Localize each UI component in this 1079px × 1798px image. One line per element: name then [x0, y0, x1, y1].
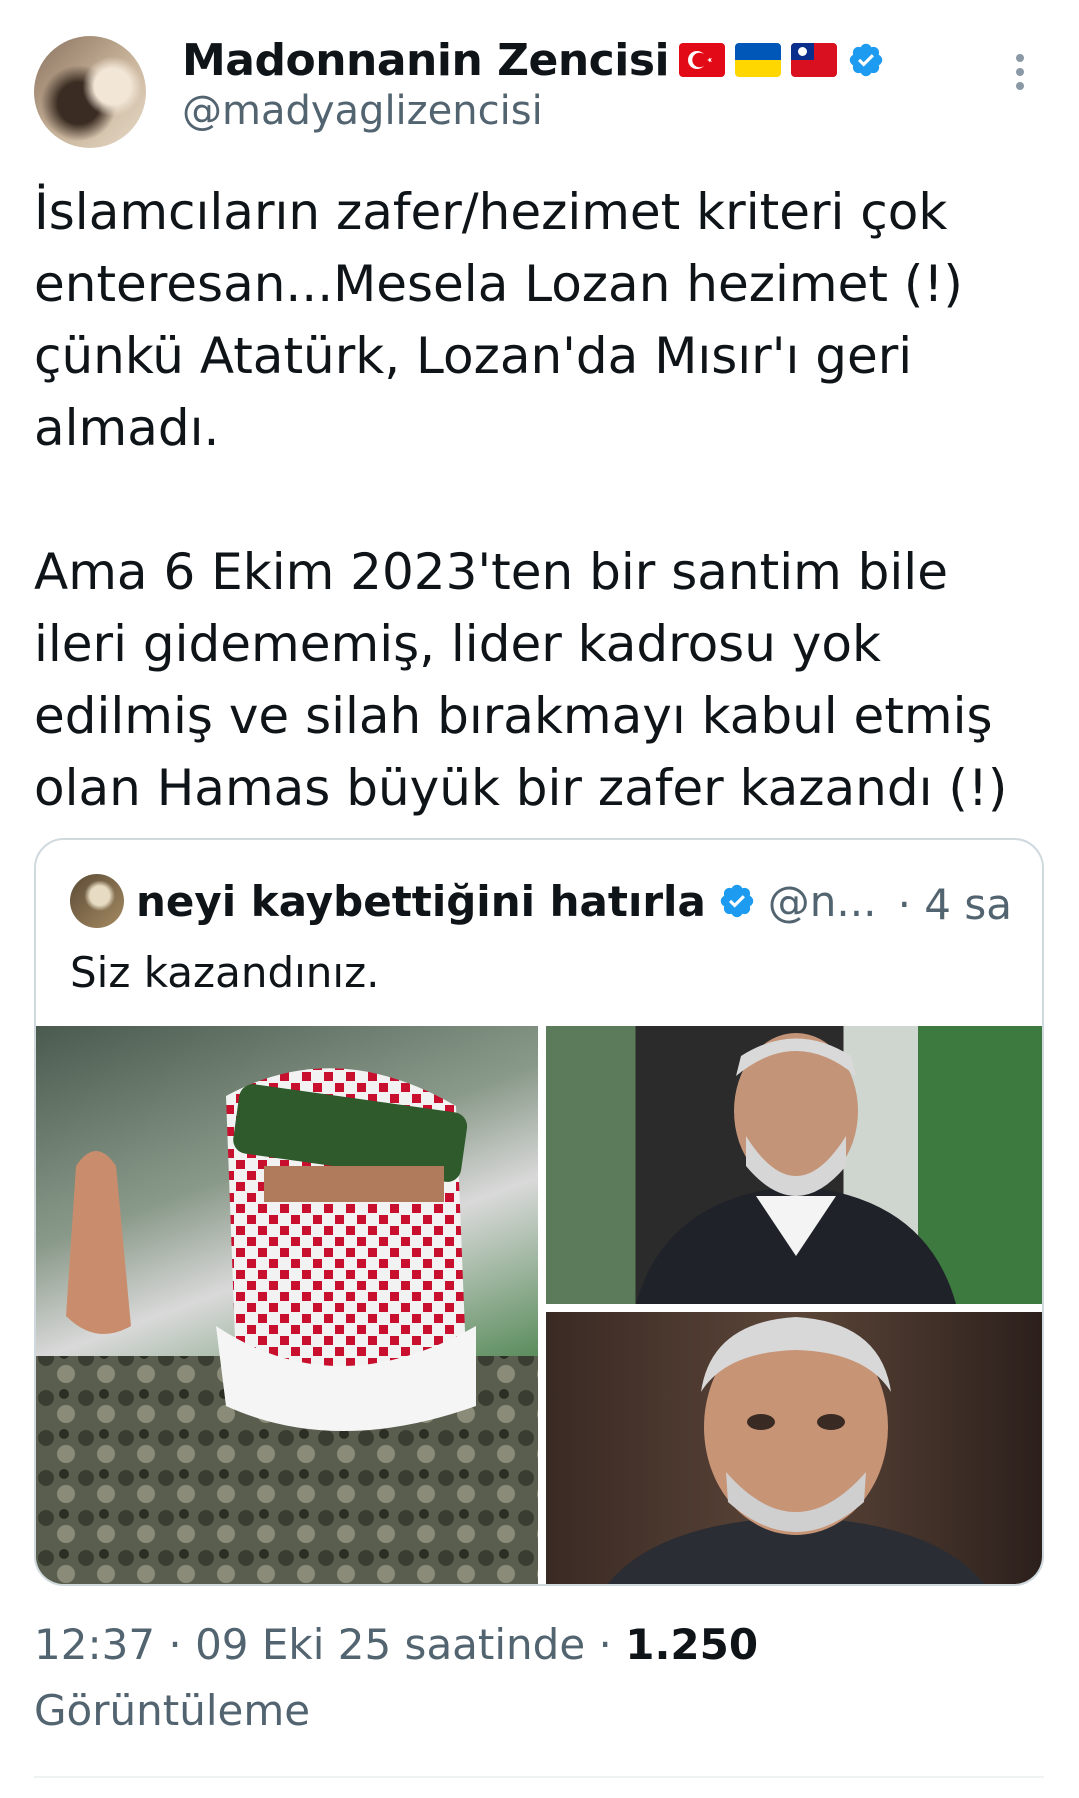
- quoted-author-handle[interactable]: @n...: [768, 877, 877, 926]
- turkey-flag-icon: [679, 43, 726, 77]
- ukraine-flag-icon: [735, 43, 782, 77]
- quoted-media-grid: [36, 1026, 1042, 1584]
- views-label: Görüntüleme: [34, 1686, 311, 1735]
- quoted-tweet-text: Siz kazandınız.: [70, 948, 380, 997]
- author-avatar[interactable]: [34, 36, 146, 148]
- tweet-timestamp-line: 12:37 · 09 Eki 25 saatinde · 1.250: [34, 1620, 758, 1669]
- older-man-in-suit-photo[interactable]: [546, 1026, 1042, 1304]
- verified-badge-icon: [849, 43, 883, 77]
- author-handle[interactable]: @madyaglizencisi: [182, 88, 543, 134]
- taiwan-flag-icon: [791, 43, 838, 77]
- quoted-author-avatar[interactable]: [70, 874, 124, 928]
- quoted-author-name[interactable]: neyi kaybettiğini hatırla: [136, 877, 706, 926]
- divider: [34, 1776, 1044, 1778]
- views-count[interactable]: 1.250: [625, 1620, 758, 1669]
- tweet-text: İslamcıların zafer/hezimet kriteri çok e…: [34, 183, 1008, 817]
- tweet-timestamp[interactable]: 12:37 · 09 Eki 25 saatinde ·: [34, 1620, 625, 1669]
- author-name-row[interactable]: Madonnanin Zencisi: [182, 34, 885, 86]
- quoted-verified-badge-icon: [720, 884, 754, 918]
- quoted-tweet-header: neyi kaybettiğini hatırla @n...: [70, 874, 876, 928]
- quoted-tweet-time[interactable]: · 4 sa: [898, 880, 1012, 929]
- quoted-tweet-card[interactable]: neyi kaybettiğini hatırla @n... · 4 sa S…: [34, 838, 1044, 1586]
- grey-haired-man-photo[interactable]: [546, 1312, 1042, 1584]
- masked-militant-photo[interactable]: [36, 1026, 538, 1584]
- tweet-header: Madonnanin Zencisi @madyaglizencisi: [0, 0, 1079, 150]
- author-display-name[interactable]: Madonnanin Zencisi: [182, 35, 670, 86]
- more-options-icon[interactable]: [1010, 54, 1030, 104]
